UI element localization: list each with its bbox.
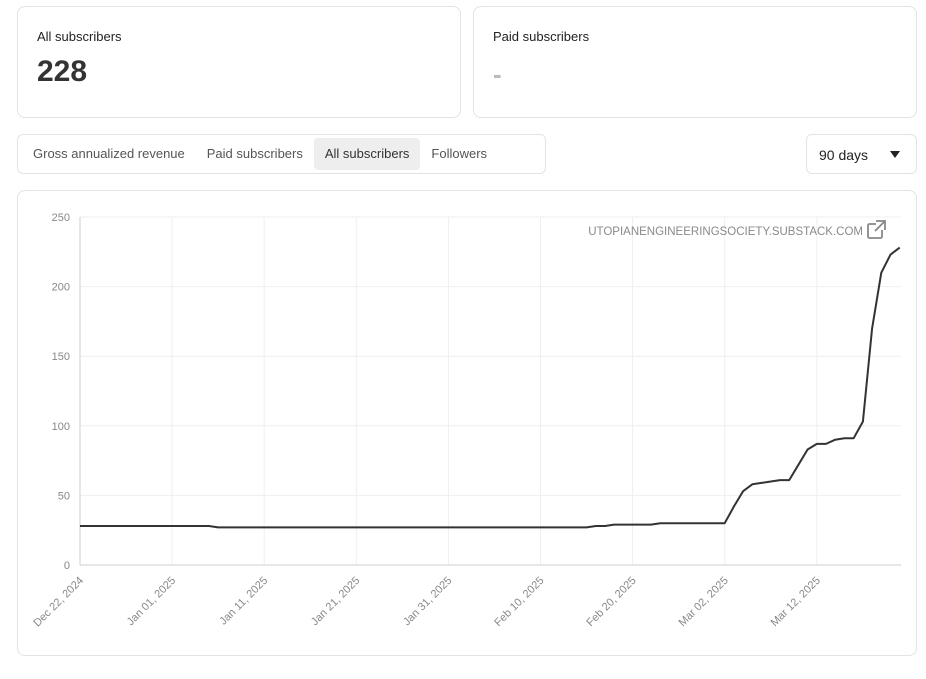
tab-paid-subscribers[interactable]: Paid subscribers [196,138,314,170]
tab-gross-annualized-revenue[interactable]: Gross annualized revenue [22,138,196,170]
x-tick-label: Mar 02, 2025 [676,575,730,629]
paid-subscribers-card: Paid subscribers - [473,6,917,118]
paid-subscribers-value: - [493,59,502,89]
x-tick-label: Mar 12, 2025 [769,575,823,629]
x-tick-label: Feb 20, 2025 [584,575,638,629]
paid-subscribers-label: Paid subscribers [493,29,590,44]
all-subscribers-card: All subscribers 228 [17,6,461,118]
range-dropdown-value: 90 days [819,147,869,163]
tab-followers[interactable]: Followers [420,138,498,170]
y-tick-label: 150 [52,351,70,363]
y-tick-label: 200 [52,282,70,294]
y-tick-label: 50 [58,490,70,502]
chart-card: 250 200 150 100 50 0 Dec 22, 2024 Jan 01, 2025… [17,190,917,656]
x-tick-label: Jan 01, 2025 [125,575,178,628]
y-tick-label: 250 [52,212,70,224]
subscribers-chart: 250 200 150 100 50 0 Dec 22, 2024 Jan 01, 2025… [31,212,901,630]
x-tick-label: Jan 11, 2025 [217,575,270,628]
all-subscribers-value: 228 [37,55,88,88]
watermark-text: UTOPIANENGINEERINGSOCIETY.SUBSTACK.COM [588,226,863,238]
x-tick-label: Jan 21, 2025 [309,575,362,628]
metric-tabs: Gross annualized revenue Paid subscriber… [17,134,546,174]
all-subscribers-label: All subscribers [37,29,122,44]
external-link-icon[interactable] [867,220,886,239]
x-tick-label: Jan 31, 2025 [401,575,454,628]
grid [80,216,901,565]
x-axis-ticks: Dec 22, 2024 Jan 01, 2025 Jan 11, 2025 Jan … [31,575,823,630]
y-tick-label: 100 [52,421,70,433]
series-line [80,246,901,529]
y-tick-label: 0 [64,560,70,572]
tab-all-subscribers[interactable]: All subscribers [313,138,421,170]
x-tick-label: Feb 10, 2025 [492,575,546,629]
range-dropdown[interactable]: 90 days [806,134,917,174]
x-tick-label: Dec 22, 2024 [31,575,86,630]
caret-down-icon [890,151,900,158]
y-axis-ticks: 250 200 150 100 50 0 [52,212,70,572]
